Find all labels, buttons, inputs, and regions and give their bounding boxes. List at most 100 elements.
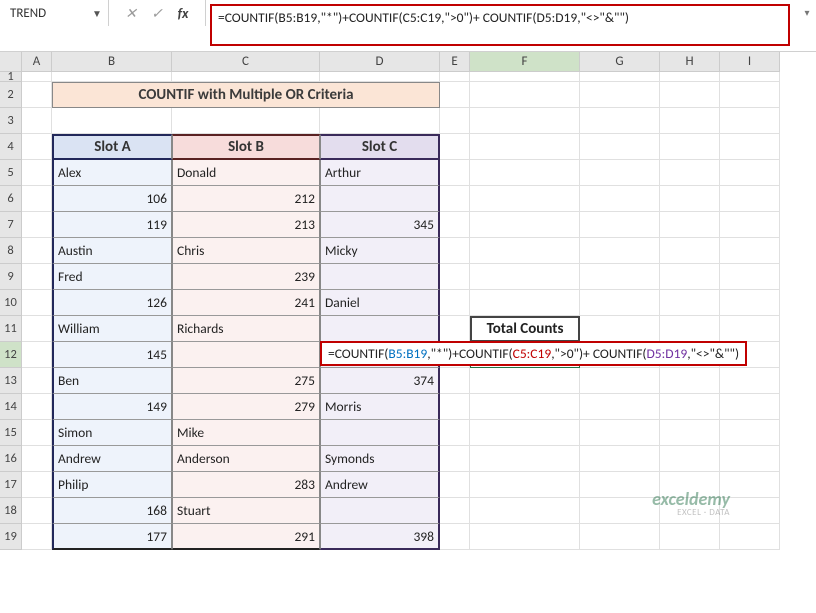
row-header-1[interactable]: 1	[0, 72, 21, 82]
fx-icon[interactable]: fx	[175, 5, 191, 21]
cell-B11[interactable]: William	[52, 316, 172, 342]
cell[interactable]	[440, 498, 470, 524]
cell-B17[interactable]: Philip	[52, 472, 172, 498]
cell[interactable]	[720, 290, 780, 316]
cell-D5[interactable]: Arthur	[320, 160, 440, 186]
cell[interactable]	[660, 212, 720, 238]
row-header-17[interactable]: 17	[0, 472, 21, 498]
cell-C15[interactable]: Mike	[172, 420, 320, 446]
cell-blank[interactable]	[320, 108, 440, 134]
cell[interactable]	[660, 238, 720, 264]
cell[interactable]	[660, 82, 720, 108]
cell[interactable]	[22, 446, 52, 472]
cell[interactable]	[720, 186, 780, 212]
cell[interactable]	[22, 186, 52, 212]
cell[interactable]	[580, 238, 660, 264]
name-box-dropdown-icon[interactable]: ▼	[90, 7, 104, 20]
row-header-10[interactable]: 10	[0, 290, 21, 316]
cell-B15[interactable]: Simon	[52, 420, 172, 446]
cancel-icon[interactable]: ✕	[123, 5, 139, 21]
cell[interactable]	[440, 238, 470, 264]
cell[interactable]	[720, 134, 780, 160]
cell[interactable]	[580, 160, 660, 186]
cell[interactable]	[22, 238, 52, 264]
cell-blank[interactable]	[470, 108, 580, 134]
cell-C6[interactable]: 212	[172, 186, 320, 212]
cell[interactable]	[470, 498, 580, 524]
row-header-4[interactable]: 4	[0, 134, 21, 160]
cell[interactable]	[470, 446, 580, 472]
cell[interactable]	[580, 524, 660, 550]
cell[interactable]	[22, 82, 52, 108]
cell-B8[interactable]: Austin	[52, 238, 172, 264]
cell-C17[interactable]: 283	[172, 472, 320, 498]
cell[interactable]	[720, 238, 780, 264]
col-header-G[interactable]: G	[580, 52, 660, 71]
cell[interactable]	[440, 368, 470, 394]
col-header-E[interactable]: E	[440, 52, 470, 71]
cell[interactable]	[440, 160, 470, 186]
cell-C19[interactable]: 291	[172, 524, 320, 550]
cell[interactable]	[22, 134, 52, 160]
cell[interactable]	[440, 394, 470, 420]
cell[interactable]	[440, 186, 470, 212]
cell[interactable]	[440, 446, 470, 472]
cell-D17[interactable]: Andrew	[320, 472, 440, 498]
col-header-H[interactable]: H	[660, 52, 720, 71]
row-header-16[interactable]: 16	[0, 446, 21, 472]
row-header-18[interactable]: 18	[0, 498, 21, 524]
cell-D19[interactable]: 398	[320, 524, 440, 550]
cell[interactable]	[470, 160, 580, 186]
cell[interactable]	[22, 420, 52, 446]
cell[interactable]	[470, 472, 580, 498]
col-header-F[interactable]: F	[470, 52, 580, 71]
cell-B18[interactable]: 168	[52, 498, 172, 524]
cell-C5[interactable]: Donald	[172, 160, 320, 186]
cell-B12[interactable]: 145	[52, 342, 172, 368]
cell[interactable]	[470, 238, 580, 264]
cell-D16[interactable]: Symonds	[320, 446, 440, 472]
cell-B13[interactable]: Ben	[52, 368, 172, 394]
row-header-15[interactable]: 15	[0, 420, 21, 446]
cell[interactable]	[22, 160, 52, 186]
cell[interactable]	[440, 134, 470, 160]
cell-blank[interactable]	[172, 108, 320, 134]
row-header-14[interactable]: 14	[0, 394, 21, 420]
cell[interactable]	[470, 290, 580, 316]
cell[interactable]	[580, 186, 660, 212]
cell-B14[interactable]: 149	[52, 394, 172, 420]
cell[interactable]	[720, 316, 780, 342]
cell-blank[interactable]	[172, 72, 320, 82]
cell[interactable]	[22, 342, 52, 368]
cell[interactable]	[440, 316, 470, 342]
cell-B9[interactable]: Fred	[52, 264, 172, 290]
row-header-7[interactable]: 7	[0, 212, 21, 238]
inline-formula-overlay[interactable]: =COUNTIF(B5:B19,"*")+COUNTIF(C5:C19,">0"…	[320, 341, 747, 366]
cell-blank[interactable]	[720, 108, 780, 134]
row-header-13[interactable]: 13	[0, 368, 21, 394]
cell[interactable]	[580, 472, 660, 498]
cell-D6[interactable]	[320, 186, 440, 212]
cell-B6[interactable]: 106	[52, 186, 172, 212]
header-slot-c[interactable]: Slot C	[320, 134, 440, 160]
cell[interactable]	[660, 290, 720, 316]
cell-C11[interactable]: Richards	[172, 316, 320, 342]
cell-C7[interactable]: 213	[172, 212, 320, 238]
cell-D9[interactable]	[320, 264, 440, 290]
cell[interactable]	[720, 160, 780, 186]
cell-blank[interactable]	[440, 108, 470, 134]
cell[interactable]	[470, 212, 580, 238]
cell[interactable]	[470, 524, 580, 550]
col-header-A[interactable]: A	[22, 52, 52, 71]
formula-bar-text[interactable]: =COUNTIF(B5:B19,"*")+COUNTIF(C5:C19,">0"…	[210, 4, 790, 46]
cell[interactable]	[440, 472, 470, 498]
total-counts-header[interactable]: Total Counts	[470, 316, 580, 342]
cell-D14[interactable]: Morris	[320, 394, 440, 420]
row-header-12[interactable]: 12	[0, 342, 21, 368]
cell[interactable]	[660, 368, 720, 394]
col-header-C[interactable]: C	[172, 52, 320, 71]
header-slot-b[interactable]: Slot B	[172, 134, 320, 160]
cell-B7[interactable]: 119	[52, 212, 172, 238]
cell[interactable]	[660, 134, 720, 160]
cell-D15[interactable]	[320, 420, 440, 446]
